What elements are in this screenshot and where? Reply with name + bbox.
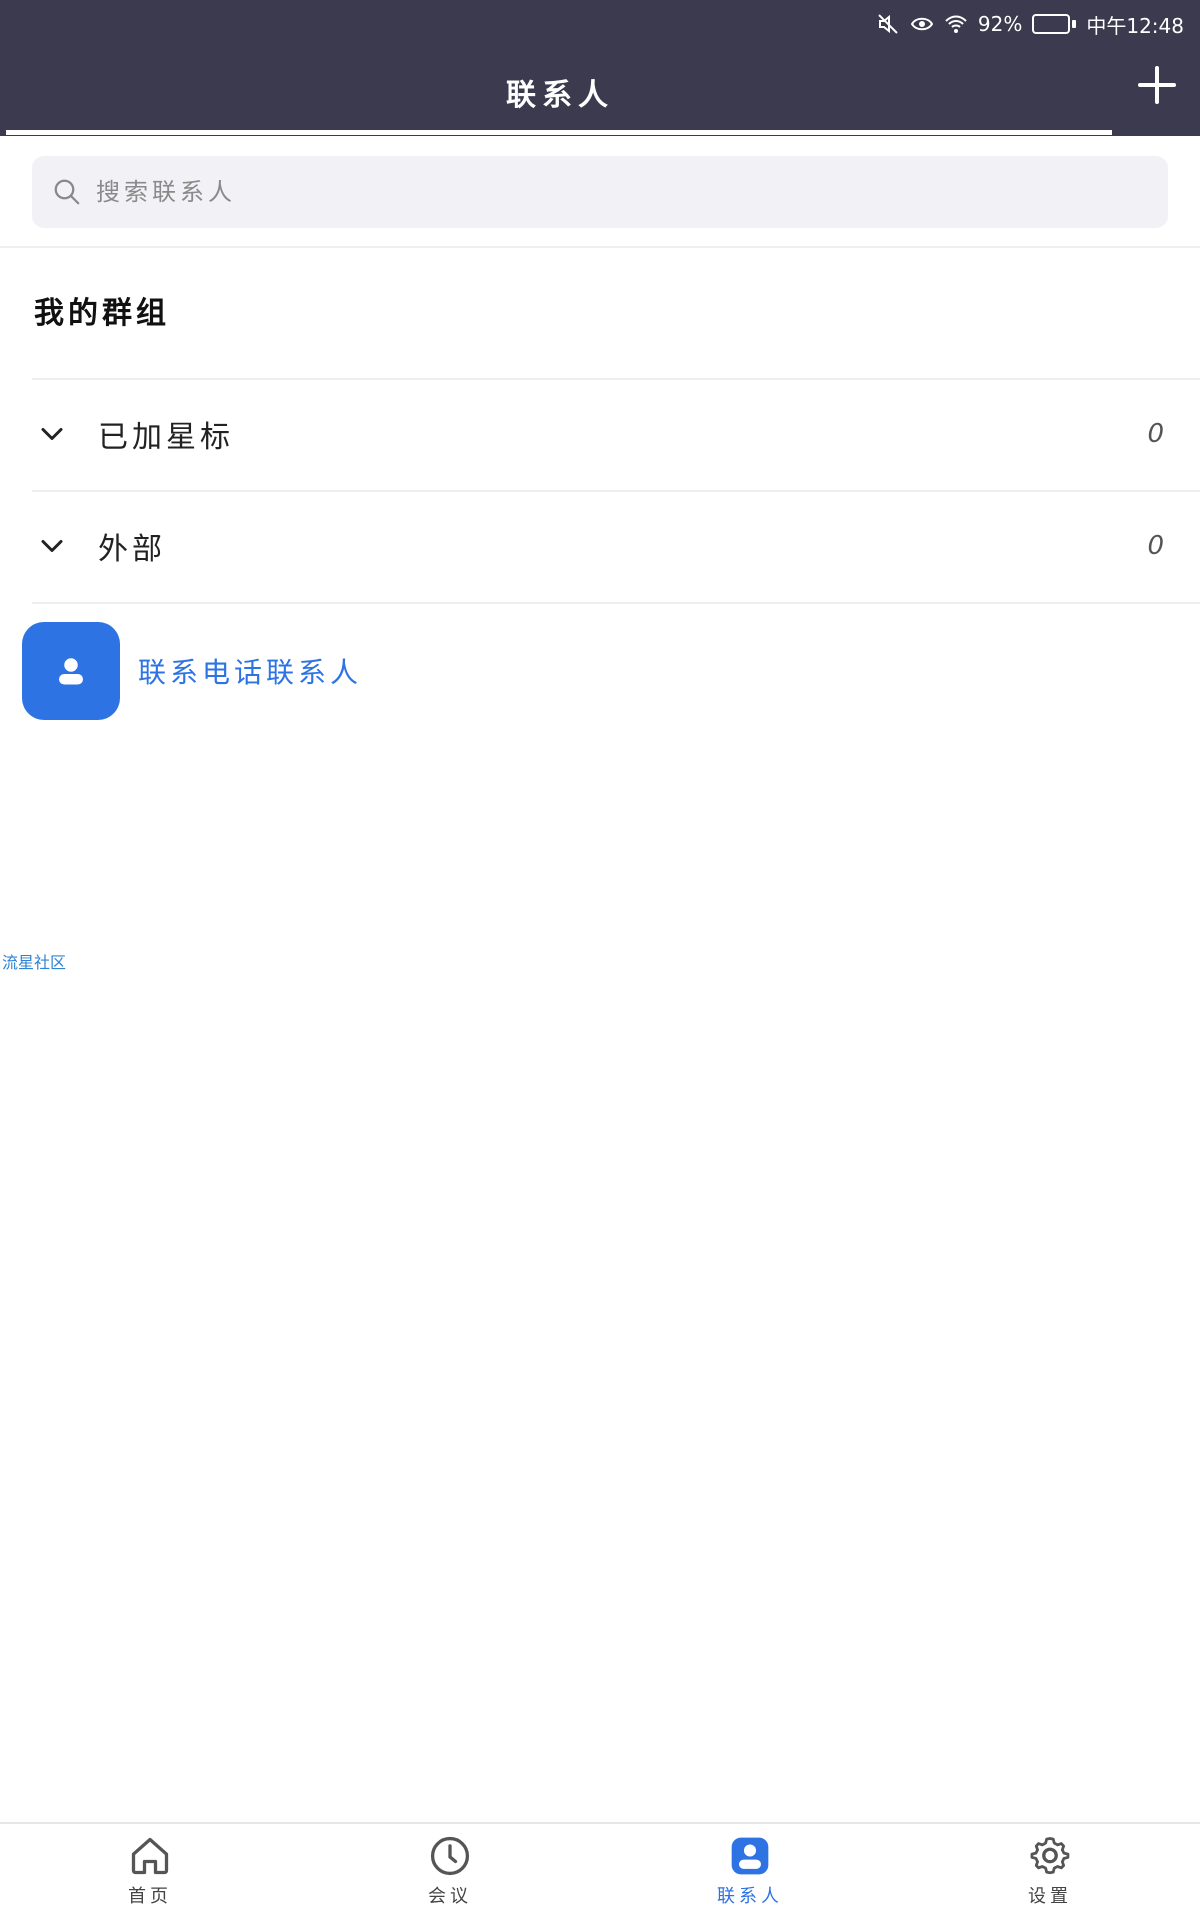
groups-section-title: 我的群组	[34, 296, 170, 331]
group-row-starred[interactable]: 已加星标 0	[32, 378, 1200, 488]
chevron-down-icon[interactable]	[34, 416, 70, 452]
group-label: 已加星标	[98, 420, 234, 455]
battery-icon	[1032, 14, 1077, 34]
nav-item-settings[interactable]: 设置	[900, 1824, 1200, 1920]
search-icon	[54, 179, 80, 205]
chevron-down-icon[interactable]	[34, 528, 70, 564]
group-row-external[interactable]: 外部 0	[32, 490, 1200, 600]
phone-contacts-label: 联系电话联系人	[138, 656, 363, 689]
nav-item-meetings[interactable]: 会议	[300, 1824, 600, 1920]
watermark-text: 流星社区	[2, 953, 67, 972]
home-icon	[131, 1837, 169, 1875]
page-title: 联系人	[506, 78, 614, 113]
battery-percent: 92%	[977, 12, 1023, 36]
clock-icon	[430, 1836, 470, 1876]
title-underline	[6, 130, 1112, 135]
contact-avatar-tile	[22, 622, 120, 720]
nav-label: 联系人	[717, 1886, 783, 1907]
mute-icon	[878, 14, 898, 34]
nav-label: 设置	[1028, 1886, 1072, 1907]
nav-item-home[interactable]: 首页	[0, 1824, 300, 1920]
eye-icon	[910, 17, 934, 31]
group-count: 0	[1147, 531, 1164, 561]
top-bar: 92% 中午12:48 联系人	[0, 0, 1200, 136]
nav-label: 首页	[128, 1886, 172, 1907]
search-input[interactable]	[96, 178, 1096, 206]
contacts-icon	[731, 1837, 769, 1875]
nav-label: 会议	[428, 1886, 472, 1907]
group-count: 0	[1147, 419, 1164, 449]
phone-contacts-item[interactable]: 联系电话联系人	[22, 622, 362, 720]
wifi-icon	[945, 15, 967, 33]
group-label: 外部	[98, 532, 166, 567]
person-icon	[59, 658, 83, 685]
bottom-nav: 首页 会议 联系人 设置	[0, 1822, 1200, 1920]
nav-item-contacts[interactable]: 联系人	[600, 1824, 900, 1920]
status-bar: 92% 中午12:48	[876, 8, 1184, 40]
gear-icon	[1030, 1837, 1070, 1875]
search-bar[interactable]	[32, 156, 1168, 228]
add-contact-button[interactable]	[1136, 64, 1178, 106]
search-divider	[0, 246, 1200, 248]
status-time: 中午12:48	[1086, 13, 1184, 38]
groups-bottom-divider	[32, 602, 1200, 604]
